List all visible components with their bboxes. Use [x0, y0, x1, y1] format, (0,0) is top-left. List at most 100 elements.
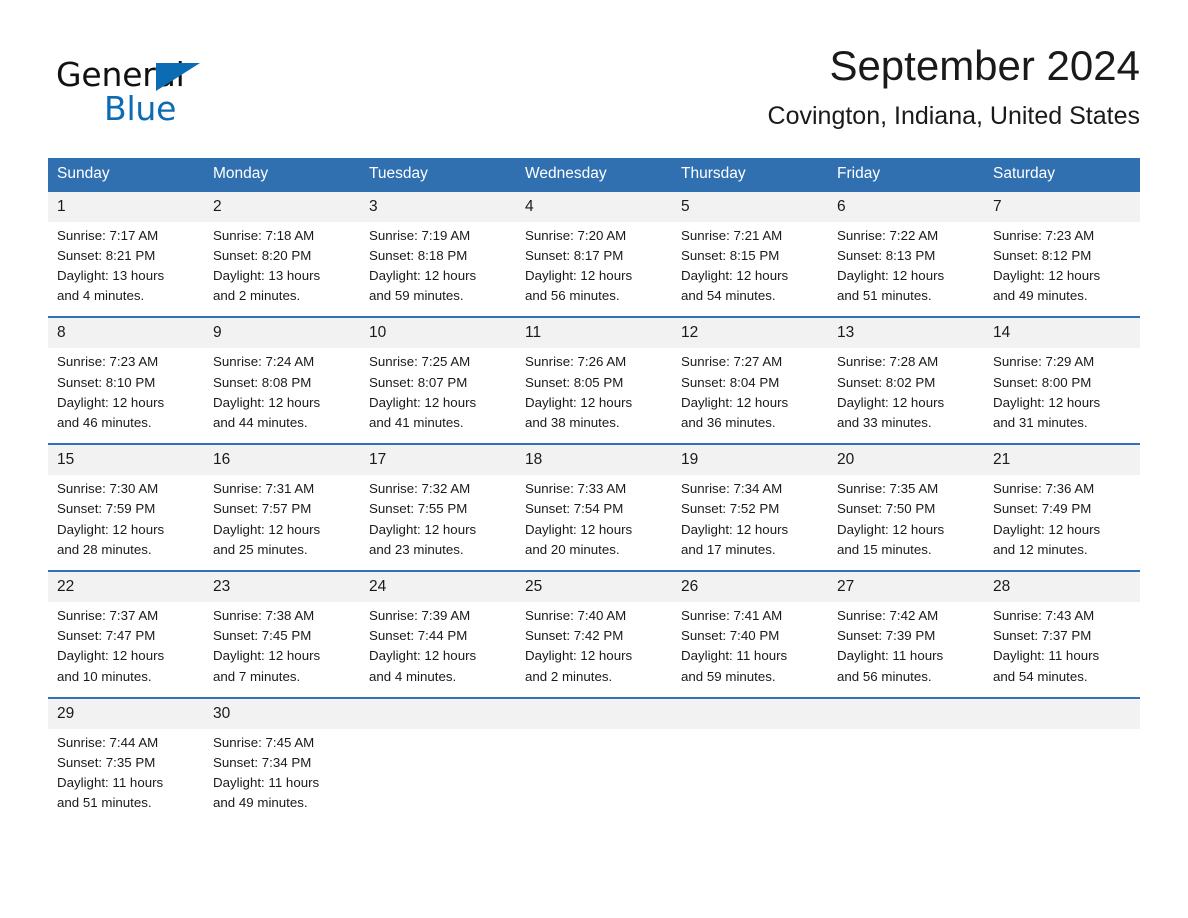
title-block: September 2024 Covington, Indiana, Unite… — [440, 40, 1140, 131]
day-cell[interactable]: Sunrise: 7:43 AM Sunset: 7:37 PM Daylight:… — [984, 606, 1140, 687]
daylight-text-line2: and 28 minutes. — [57, 541, 152, 557]
day-cell[interactable]: Sunrise: 7:20 AM Sunset: 8:17 PM Daylight:… — [516, 226, 672, 307]
daylight-text-line2: and 23 minutes. — [369, 541, 464, 557]
day-number[interactable]: 20 — [828, 445, 984, 475]
day-cell[interactable]: Sunrise: 7:23 AM Sunset: 8:12 PM Daylight:… — [984, 226, 1140, 307]
day-cell[interactable]: Sunrise: 7:21 AM Sunset: 8:15 PM Daylight:… — [672, 226, 828, 307]
day-number[interactable]: 2 — [204, 192, 360, 222]
weekday-header-friday: Friday — [837, 165, 881, 182]
day-cell[interactable]: Sunrise: 7:28 AM Sunset: 8:02 PM Daylight:… — [828, 352, 984, 433]
sunset-text: Sunset: 8:05 PM — [525, 374, 624, 390]
sunset-text: Sunset: 8:12 PM — [993, 247, 1092, 263]
day-number[interactable]: 28 — [984, 572, 1140, 602]
day-number[interactable]: 29 — [48, 699, 204, 729]
sunset-text: Sunset: 7:39 PM — [837, 628, 936, 644]
sunrise-text: Sunrise: 7:39 AM — [369, 608, 471, 624]
day-number[interactable]: 9 — [204, 318, 360, 348]
day-number[interactable]: 10 — [360, 318, 516, 348]
day-number[interactable]: 4 — [516, 192, 672, 222]
sunrise-text: Sunrise: 7:44 AM — [57, 734, 159, 750]
day-number[interactable]: 26 — [672, 572, 828, 602]
calendar-week-row: 29 30 Sunrise: 7:44 AM Sunset: 7:35 PM Dayli… — [48, 696, 1140, 824]
day-number[interactable]: 17 — [360, 445, 516, 475]
day-number[interactable]: 18 — [516, 445, 672, 475]
week-daynumber-band: 22 23 24 25 26 27 28 — [48, 572, 1140, 603]
day-number[interactable]: 30 — [204, 699, 360, 729]
day-number[interactable]: 6 — [828, 192, 984, 222]
sunset-text: Sunset: 8:21 PM — [57, 247, 156, 263]
day-cell[interactable]: Sunrise: 7:35 AM Sunset: 7:50 PM Daylight:… — [828, 479, 984, 560]
day-cell[interactable]: Sunrise: 7:26 AM Sunset: 8:05 PM Daylight:… — [516, 352, 672, 433]
day-number[interactable]: 19 — [672, 445, 828, 475]
calendar-week-row: 8 9 10 11 12 13 14 Sunrise: 7:23 AM Sunset: 8:10… — [48, 316, 1140, 444]
daylight-text-line1: Daylight: 13 hours — [57, 268, 165, 283]
weekday-header-tuesday: Tuesday — [369, 165, 428, 182]
day-number[interactable]: 24 — [360, 572, 516, 602]
calendar-week-row: 15 16 17 18 19 20 21 Sunrise: 7:30 AM Sunset: 7:… — [48, 443, 1140, 571]
day-cell[interactable]: Sunrise: 7:41 AM Sunset: 7:40 PM Daylight:… — [672, 606, 828, 687]
sunrise-text: Sunrise: 7:24 AM — [213, 354, 315, 370]
day-cell[interactable]: Sunrise: 7:38 AM Sunset: 7:45 PM Daylight:… — [204, 606, 360, 687]
day-cell[interactable]: Sunrise: 7:33 AM Sunset: 7:54 PM Daylight:… — [516, 479, 672, 560]
day-cell[interactable]: Sunrise: 7:22 AM Sunset: 8:13 PM Daylight:… — [828, 226, 984, 307]
day-number[interactable]: 23 — [204, 572, 360, 602]
generalblue-logo[interactable]: General Blue — [56, 48, 316, 128]
daylight-text-line2: and 36 minutes. — [681, 415, 776, 431]
daylight-text-line1: Daylight: 12 hours — [369, 268, 477, 283]
day-number[interactable]: 12 — [672, 318, 828, 348]
daylight-text-line1: Daylight: 12 hours — [213, 648, 321, 664]
day-cell[interactable]: Sunrise: 7:44 AM Sunset: 7:35 PM Daylight:… — [48, 733, 204, 814]
day-cell[interactable]: Sunrise: 7:30 AM Sunset: 7:59 PM Daylight:… — [48, 479, 204, 560]
day-cell[interactable]: Sunrise: 7:25 AM Sunset: 8:07 PM Daylight:… — [360, 352, 516, 433]
day-cell[interactable]: Sunrise: 7:18 AM Sunset: 8:20 PM Daylight:… — [204, 226, 360, 307]
day-cell[interactable]: Sunrise: 7:17 AM Sunset: 8:21 PM Daylight:… — [48, 226, 204, 307]
day-number[interactable]: 11 — [516, 318, 672, 348]
sunrise-text: Sunrise: 7:35 AM — [837, 481, 939, 497]
day-cell[interactable]: Sunrise: 7:40 AM Sunset: 7:42 PM Daylight:… — [516, 606, 672, 687]
day-number[interactable]: 27 — [828, 572, 984, 602]
day-number[interactable]: 5 — [672, 192, 828, 222]
day-number[interactable]: 14 — [984, 318, 1140, 348]
daylight-text-line1: Daylight: 12 hours — [837, 521, 945, 537]
daylight-text-line2: and 59 minutes. — [681, 668, 776, 684]
day-number[interactable]: 16 — [204, 445, 360, 475]
day-number[interactable]: 1 — [48, 192, 204, 222]
day-cell[interactable]: Sunrise: 7:39 AM Sunset: 7:44 PM Daylight:… — [360, 606, 516, 687]
sunset-text: Sunset: 7:59 PM — [57, 501, 156, 517]
day-number[interactable]: 13 — [828, 318, 984, 348]
sunrise-text: Sunrise: 7:40 AM — [525, 608, 627, 624]
day-number[interactable]: 15 — [48, 445, 204, 475]
daylight-text-line2: and 49 minutes. — [993, 288, 1088, 304]
daylight-text-line2: and 4 minutes. — [57, 288, 145, 304]
day-cell[interactable]: Sunrise: 7:42 AM Sunset: 7:39 PM Daylight:… — [828, 606, 984, 687]
daylight-text-line1: Daylight: 12 hours — [993, 268, 1101, 283]
daylight-text-line1: Daylight: 12 hours — [525, 648, 633, 664]
day-cell[interactable]: Sunrise: 7:23 AM Sunset: 8:10 PM Daylight:… — [48, 352, 204, 433]
day-number-empty — [828, 699, 984, 729]
day-cell[interactable]: Sunrise: 7:34 AM Sunset: 7:52 PM Daylight:… — [672, 479, 828, 560]
day-number[interactable]: 22 — [48, 572, 204, 602]
day-cell[interactable]: Sunrise: 7:32 AM Sunset: 7:55 PM Daylight:… — [360, 479, 516, 560]
day-number[interactable]: 8 — [48, 318, 204, 348]
sunset-text: Sunset: 7:40 PM — [681, 628, 780, 644]
week-daynumber-band: 1234567 — [48, 191, 1140, 222]
day-cell[interactable]: Sunrise: 7:45 AM Sunset: 7:34 PM Daylight:… — [204, 733, 360, 814]
day-cell[interactable]: Sunrise: 7:24 AM Sunset: 8:08 PM Daylight:… — [204, 352, 360, 433]
day-cell[interactable]: Sunrise: 7:37 AM Sunset: 7:47 PM Daylight:… — [48, 606, 204, 687]
day-cell[interactable]: Sunrise: 7:29 AM Sunset: 8:00 PM Daylight:… — [984, 352, 1140, 433]
day-number[interactable]: 25 — [516, 572, 672, 602]
sunrise-text: Sunrise: 7:32 AM — [369, 481, 471, 497]
sunrise-text: Sunrise: 7:33 AM — [525, 481, 627, 497]
daylight-text-line1: Daylight: 12 hours — [525, 521, 633, 537]
day-cell[interactable]: Sunrise: 7:36 AM Sunset: 7:49 PM Daylight:… — [984, 479, 1140, 560]
sunrise-text: Sunrise: 7:20 AM — [525, 227, 627, 243]
sunrise-text: Sunrise: 7:23 AM — [993, 227, 1095, 243]
day-cell[interactable]: Sunrise: 7:19 AM Sunset: 8:18 PM Daylight:… — [360, 226, 516, 307]
day-number[interactable]: 3 — [360, 192, 516, 222]
daylight-text-line1: Daylight: 12 hours — [837, 268, 945, 283]
day-number[interactable]: 21 — [984, 445, 1140, 475]
day-number[interactable]: 7 — [984, 192, 1140, 222]
weekday-header-saturday: Saturday — [993, 165, 1056, 182]
day-cell[interactable]: Sunrise: 7:31 AM Sunset: 7:57 PM Daylight:… — [204, 479, 360, 560]
day-cell[interactable]: Sunrise: 7:27 AM Sunset: 8:04 PM Daylight:… — [672, 352, 828, 433]
